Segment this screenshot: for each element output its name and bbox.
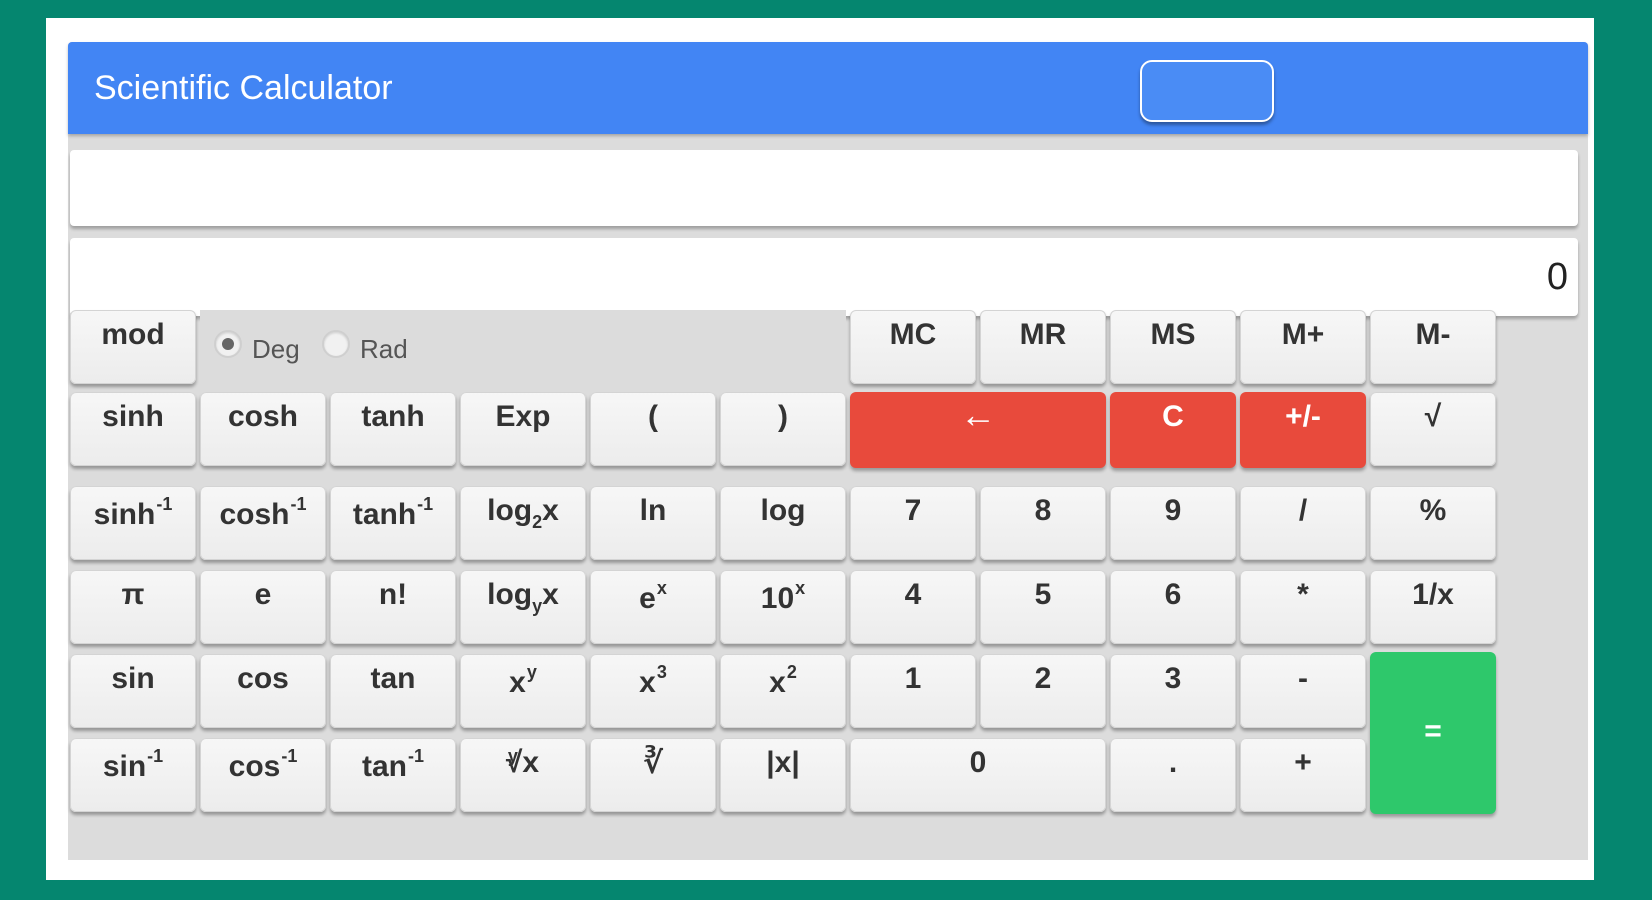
cos-button[interactable]: cos: [200, 654, 326, 728]
equals-button[interactable]: =: [1370, 652, 1496, 814]
asin-button[interactable]: sin-1: [70, 738, 196, 812]
sin-button[interactable]: sin: [70, 654, 196, 728]
app-title: Scientific Calculator: [94, 69, 393, 107]
square-button[interactable]: x2: [720, 654, 846, 728]
factorial-button[interactable]: n!: [330, 570, 456, 644]
backspace-button[interactable]: ←: [850, 392, 1106, 468]
pi-button[interactable]: π: [70, 570, 196, 644]
power-y-button[interactable]: xy: [460, 654, 586, 728]
exp-button[interactable]: Exp: [460, 392, 586, 466]
reciprocal-button[interactable]: 1/x: [1370, 570, 1496, 644]
memory-clear-button[interactable]: MC: [850, 310, 976, 384]
memory-store-button[interactable]: MS: [1110, 310, 1236, 384]
divide-button[interactable]: /: [1240, 486, 1366, 560]
angle-mode-selector: Deg Rad: [200, 310, 846, 388]
backspace-arrow-icon: ←: [960, 394, 996, 435]
expression-display: [70, 150, 1578, 226]
logy-button[interactable]: logyx: [460, 570, 586, 644]
title-bar-button[interactable]: [1140, 60, 1274, 122]
result-display: 0: [70, 238, 1578, 316]
atan-button[interactable]: tan-1: [330, 738, 456, 812]
digit-0-button[interactable]: 0: [850, 738, 1106, 812]
cube-button[interactable]: x3: [590, 654, 716, 728]
deg-label: Deg: [252, 333, 300, 364]
cosh-button[interactable]: cosh: [200, 392, 326, 466]
negate-button[interactable]: +/-: [1240, 392, 1366, 468]
log2-button[interactable]: log2x: [460, 486, 586, 560]
digit-8-button[interactable]: 8: [980, 486, 1106, 560]
exp-e-button[interactable]: ex: [590, 570, 716, 644]
deg-radio[interactable]: [214, 330, 242, 358]
digit-7-button[interactable]: 7: [850, 486, 976, 560]
digit-6-button[interactable]: 6: [1110, 570, 1236, 644]
memory-recall-button[interactable]: MR: [980, 310, 1106, 384]
cube-root-button[interactable]: ∛: [590, 738, 716, 812]
log-button[interactable]: log: [720, 486, 846, 560]
rad-radio-option[interactable]: Rad: [322, 324, 408, 364]
rad-radio[interactable]: [322, 330, 350, 358]
ln-button[interactable]: ln: [590, 486, 716, 560]
y-root-button[interactable]: y√x: [460, 738, 586, 812]
memory-subtract-button[interactable]: M-: [1370, 310, 1496, 384]
asinh-button[interactable]: sinh-1: [70, 486, 196, 560]
minus-button[interactable]: -: [1240, 654, 1366, 728]
absolute-button[interactable]: |x|: [720, 738, 846, 812]
digit-4-button[interactable]: 4: [850, 570, 976, 644]
rad-label: Rad: [360, 333, 408, 364]
clear-button[interactable]: C: [1110, 392, 1236, 468]
tanh-button[interactable]: tanh: [330, 392, 456, 466]
mod-button[interactable]: mod: [70, 310, 196, 384]
tan-button[interactable]: tan: [330, 654, 456, 728]
ten-power-button[interactable]: 10x: [720, 570, 846, 644]
deg-radio-option[interactable]: Deg: [214, 324, 300, 364]
plus-button[interactable]: +: [1240, 738, 1366, 812]
digit-5-button[interactable]: 5: [980, 570, 1106, 644]
left-paren-button[interactable]: (: [590, 392, 716, 466]
atanh-button[interactable]: tanh-1: [330, 486, 456, 560]
digit-1-button[interactable]: 1: [850, 654, 976, 728]
sqrt-button[interactable]: √: [1370, 392, 1496, 466]
acos-button[interactable]: cos-1: [200, 738, 326, 812]
digit-3-button[interactable]: 3: [1110, 654, 1236, 728]
title-bar: Scientific Calculator: [68, 42, 1588, 134]
calculator-window: Scientific Calculator 0 mod Deg Rad MC M…: [68, 42, 1588, 860]
decimal-button[interactable]: .: [1110, 738, 1236, 812]
memory-add-button[interactable]: M+: [1240, 310, 1366, 384]
right-paren-button[interactable]: ): [720, 392, 846, 466]
digit-2-button[interactable]: 2: [980, 654, 1106, 728]
digit-9-button[interactable]: 9: [1110, 486, 1236, 560]
acosh-button[interactable]: cosh-1: [200, 486, 326, 560]
sinh-button[interactable]: sinh: [70, 392, 196, 466]
multiply-button[interactable]: *: [1240, 570, 1366, 644]
result-value: 0: [1546, 256, 1568, 298]
percent-button[interactable]: %: [1370, 486, 1496, 560]
euler-button[interactable]: e: [200, 570, 326, 644]
